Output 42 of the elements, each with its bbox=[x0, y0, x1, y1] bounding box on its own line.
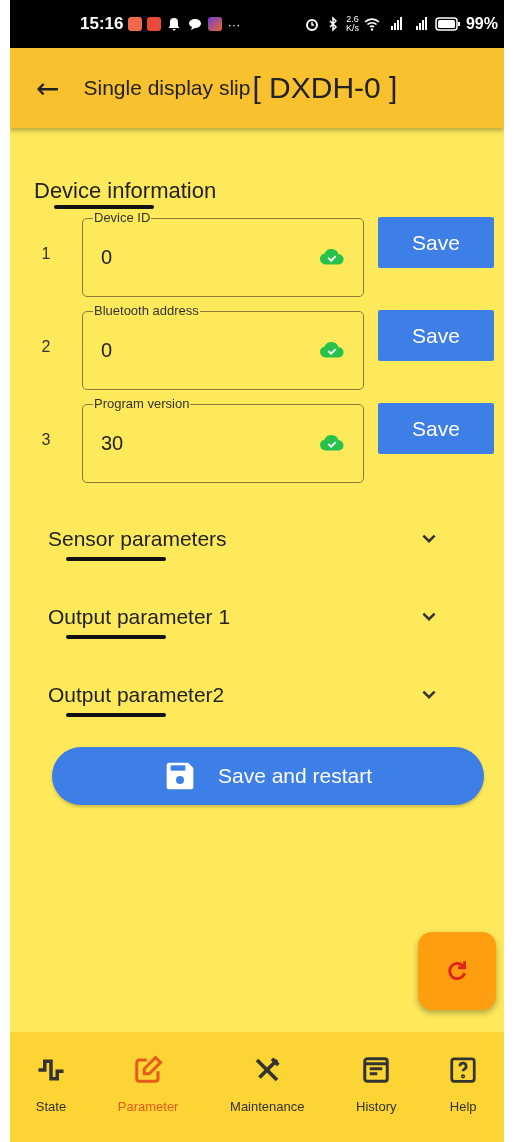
row-number: 2 bbox=[40, 337, 52, 356]
nav-tab[interactable]: State bbox=[35, 1054, 67, 1114]
accordion-header[interactable]: Sensor parameters bbox=[48, 517, 438, 561]
nav-tab[interactable]: Maintenance bbox=[230, 1054, 305, 1114]
row-number: 3 bbox=[40, 430, 52, 449]
section-title: Output parameter 1 bbox=[48, 605, 231, 628]
field-label: Bluetooth address bbox=[93, 303, 200, 319]
app-notification-icon bbox=[128, 17, 143, 31]
battery-percent: 99% bbox=[465, 15, 498, 33]
back-button[interactable]: ← bbox=[36, 71, 60, 105]
chat-bubble-icon bbox=[187, 16, 204, 32]
save-button[interactable]: Save bbox=[378, 217, 494, 268]
alarm-clock-icon bbox=[303, 16, 320, 32]
status-time: 15:16 bbox=[80, 14, 124, 34]
pencil-square-icon bbox=[133, 1054, 164, 1085]
nav-tab[interactable]: History bbox=[356, 1054, 397, 1114]
accordion-header[interactable]: Output parameter2 bbox=[48, 673, 438, 717]
more-notifications: ··· bbox=[227, 16, 241, 32]
nav-tab[interactable]: Help bbox=[448, 1054, 479, 1114]
field-label: Device ID bbox=[93, 210, 152, 226]
document-icon bbox=[361, 1054, 392, 1085]
input-field[interactable]: Device ID 0 bbox=[82, 210, 364, 297]
question-box-icon bbox=[448, 1054, 479, 1085]
accordion-header[interactable]: Output parameter 1 bbox=[48, 595, 438, 639]
device-code: [ DXDH-0 ] bbox=[252, 71, 398, 105]
screen-title: Single display slip bbox=[83, 76, 251, 100]
input-field[interactable]: Program version 30 bbox=[82, 396, 364, 483]
wifi-icon bbox=[363, 16, 380, 32]
save-button[interactable]: Save bbox=[378, 403, 494, 454]
save-button[interactable]: Save bbox=[378, 310, 494, 361]
app-notification-icon bbox=[208, 17, 223, 31]
network-speed: 2.6 K/s bbox=[345, 15, 359, 33]
refresh-button[interactable] bbox=[418, 932, 496, 1010]
field-label: Program version bbox=[93, 396, 191, 412]
section-title: Output parameter2 bbox=[48, 683, 225, 706]
battery-icon bbox=[434, 17, 461, 31]
save-and-restart-button[interactable]: Save and restart bbox=[52, 747, 484, 805]
input-field[interactable]: Bluetooth address 0 bbox=[82, 303, 364, 390]
section-title: Sensor parameters bbox=[48, 527, 227, 550]
row-number: 1 bbox=[40, 244, 52, 263]
app-notification-icon bbox=[147, 17, 162, 31]
section-title: Device information bbox=[34, 178, 217, 203]
